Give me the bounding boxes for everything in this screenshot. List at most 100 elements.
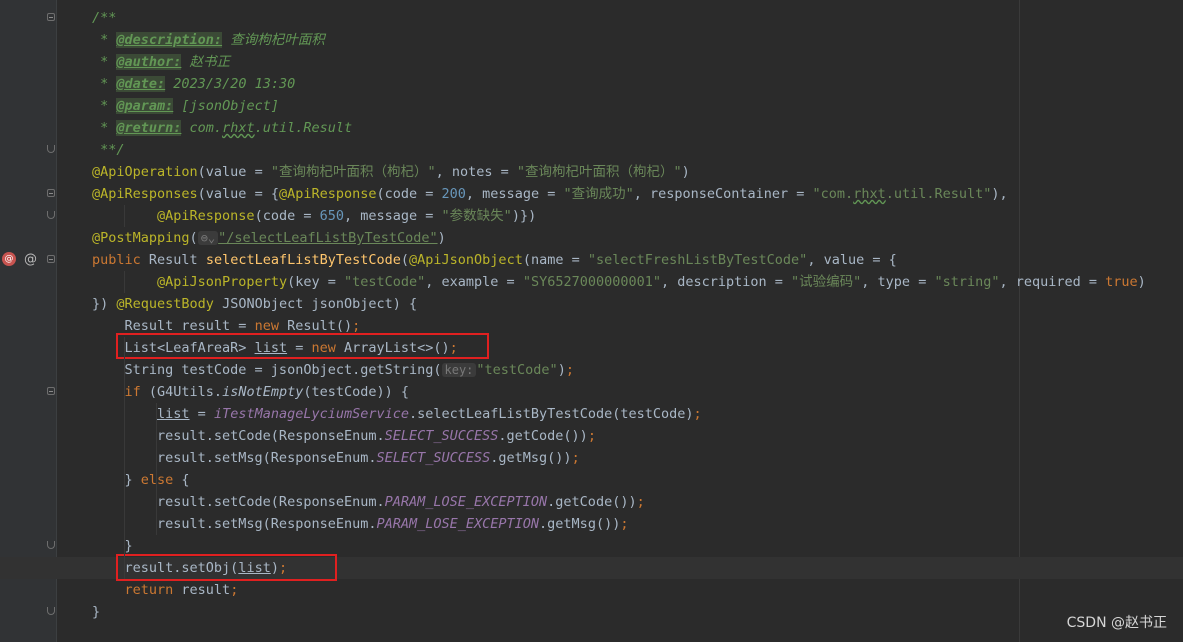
code-token: ; [565, 362, 574, 378]
code-line[interactable]: @ApiJsonProperty(key = "testCode", examp… [0, 271, 1183, 293]
code-line[interactable]: @ApiResponses(value = {@ApiResponse(code… [0, 183, 1183, 205]
code-token: @return: [116, 120, 182, 136]
code-token: iTestManageLyciumService [213, 406, 410, 422]
code-token: "testCode" [343, 274, 426, 290]
indent-guide [124, 205, 125, 227]
fold-collapse-icon[interactable] [47, 189, 55, 197]
code-token: "com. [812, 186, 854, 202]
code-line[interactable]: if (G4Utils.isNotEmpty(testCode)) { [0, 381, 1183, 403]
code-token: (name = [522, 252, 588, 268]
code-line[interactable]: * @author: 赵书正 [0, 51, 1183, 73]
code-token: PARAM_LOSE_EXCEPTION [384, 494, 548, 510]
code-line[interactable]: /** [0, 7, 1183, 29]
code-line[interactable]: } else { [0, 469, 1183, 491]
code-token: true [1105, 274, 1138, 290]
code-token: PARAM_LOSE_EXCEPTION [376, 516, 540, 532]
watermark: CSDN @赵书正 [1066, 615, 1167, 631]
code-line[interactable]: String testCode = jsonObject.getString(k… [0, 359, 1183, 381]
code-token: } [92, 604, 101, 620]
code-token: * [92, 32, 117, 48]
code-line[interactable]: result.setCode(ResponseEnum.SELECT_SUCCE… [0, 425, 1183, 447]
code-token: result.setCode(ResponseEnum. [92, 428, 385, 444]
code-line[interactable]: @PostMapping(⊜⌄ "/selectLeafListByTestCod… [0, 227, 1183, 249]
code-token: ; [636, 494, 645, 510]
code-text: * @return: com.rhxt.util.Result [92, 117, 352, 139]
code-text: @ApiResponse(code = 650, message = "参数缺失… [92, 205, 536, 227]
code-token: rhxt [222, 120, 255, 136]
code-token: "参数缺失" [441, 208, 512, 224]
fold-end-icon[interactable] [47, 211, 55, 219]
code-token: else [140, 472, 182, 488]
code-text: @ApiOperation(value = "查询枸杞叶面积（枸杞）", not… [92, 161, 690, 183]
code-line[interactable]: list = iTestManageLyciumService.selectLe… [0, 403, 1183, 425]
highlight-box-list-declaration [116, 333, 489, 359]
code-token: .getMsg()) [490, 450, 572, 466]
debug-override-icon[interactable]: @ [2, 252, 16, 266]
code-line[interactable]: @ApiOperation(value = "查询枸杞叶面积（枸杞）", not… [0, 161, 1183, 183]
inlay-hint: key: [441, 363, 477, 377]
code-token: selectLeafListByTestCode [205, 252, 401, 268]
code-token: = [189, 406, 214, 422]
code-token: .selectLeafListByTestCode(testCode) [409, 406, 694, 422]
code-token: 650 [319, 208, 344, 224]
code-line[interactable]: * @return: com.rhxt.util.Result [0, 117, 1183, 139]
code-token: JSONObject jsonObject) { [213, 296, 418, 312]
code-token: **/ [92, 142, 125, 158]
code-token: 2023/3/20 13:30 [165, 76, 296, 92]
code-token: @PostMapping [92, 230, 190, 246]
code-line[interactable]: result.setCode(ResponseEnum.PARAM_LOSE_E… [0, 491, 1183, 513]
code-token: 查询枸杞叶面积 [222, 32, 325, 48]
fold-end-icon[interactable] [47, 145, 55, 153]
code-token: .getMsg()) [539, 516, 621, 532]
code-token: * [92, 120, 117, 136]
code-token: @author: [116, 54, 182, 70]
code-token: "SY6527000000001" [522, 274, 661, 290]
indent-guide [124, 271, 125, 293]
code-text: return result; [92, 579, 239, 601]
code-token: (testCode)) { [303, 384, 410, 400]
code-token: , description = [660, 274, 792, 290]
fold-end-icon[interactable] [47, 607, 55, 615]
code-line[interactable]: * @description: 查询枸杞叶面积 [0, 29, 1183, 51]
code-token: (code = [254, 208, 320, 224]
code-text: * @author: 赵书正 [92, 51, 230, 73]
fold-collapse-icon[interactable] [47, 255, 55, 263]
code-token: @ApiOperation [92, 164, 198, 180]
code-line[interactable]: result.setMsg(ResponseEnum.PARAM_LOSE_EX… [0, 513, 1183, 535]
code-token: rhxt [853, 186, 886, 202]
code-line[interactable]: result.setMsg(ResponseEnum.SELECT_SUCCES… [0, 447, 1183, 469]
code-line[interactable]: } [0, 601, 1183, 623]
code-token: ( [189, 230, 198, 246]
code-token: , message = [465, 186, 564, 202]
code-line[interactable]: * @date: 2023/3/20 13:30 [0, 73, 1183, 95]
code-line[interactable]: return result; [0, 579, 1183, 601]
code-token: (key = [287, 274, 344, 290]
code-token: Result() [287, 318, 353, 334]
code-token: @ApiJsonObject [409, 252, 523, 268]
annotation-gutter-icon[interactable]: @ [24, 249, 37, 271]
code-token: , notes = [435, 164, 517, 180]
code-token: SELECT_SUCCESS [376, 450, 491, 466]
code-token: "查询成功" [563, 186, 634, 202]
code-text: /** [92, 7, 116, 29]
code-token: { [181, 472, 190, 488]
fold-collapse-icon[interactable] [47, 13, 55, 21]
code-line[interactable]: * @param: [jsonObject] [0, 95, 1183, 117]
fold-collapse-icon[interactable] [47, 387, 55, 395]
code-token: list [157, 406, 190, 422]
code-line[interactable]: }) @RequestBody JSONObject jsonObject) { [0, 293, 1183, 315]
code-line[interactable]: @ApiResponse(code = 650, message = "参数缺失… [0, 205, 1183, 227]
code-token: 赵书正 [181, 54, 231, 70]
code-text: **/ [92, 139, 125, 161]
code-token: @ApiResponse [157, 208, 255, 224]
code-text: @PostMapping(⊜⌄ "/selectLeafListByTestCod… [92, 227, 446, 249]
code-token: @ApiJsonProperty [157, 274, 288, 290]
fold-end-icon[interactable] [47, 541, 55, 549]
code-line[interactable]: **/ [0, 139, 1183, 161]
code-token: (code = [376, 186, 442, 202]
code-token: [jsonObject] [173, 98, 279, 114]
code-line[interactable]: @ @ public Result selectLeafListByTestCode… [0, 249, 1183, 271]
code-token: isNotEmpty [222, 384, 304, 400]
